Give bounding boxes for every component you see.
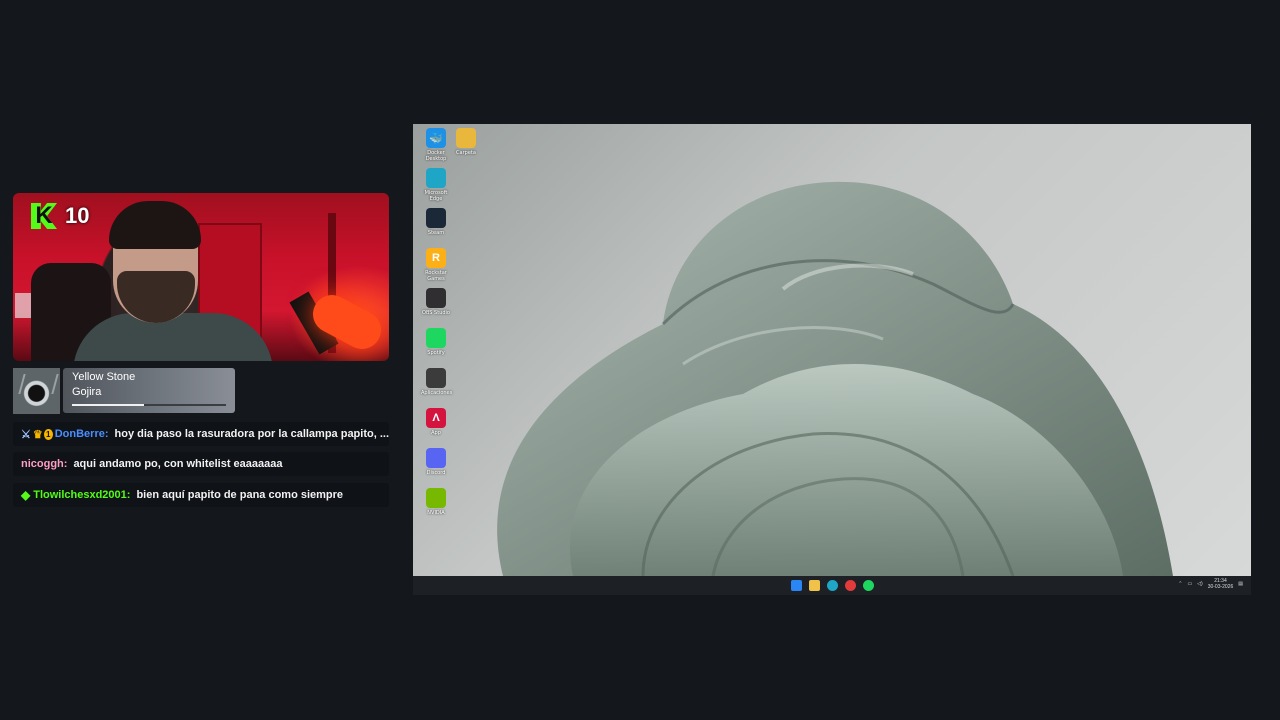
docker-desktop-icon[interactable]: 🐳 Docker Desktop — [421, 128, 451, 162]
sword-icon: ⚔ — [21, 428, 31, 441]
streamer-body — [73, 313, 273, 361]
app-red-icon-glyph: Λ — [426, 408, 446, 428]
steam-icon[interactable]: Steam — [421, 208, 451, 236]
rockstar-icon-glyph: R — [426, 248, 446, 268]
song-progress-bar — [72, 404, 226, 406]
desktop-icon-label: Aplicaciones — [421, 390, 453, 396]
chat-username[interactable]: nicoggh: — [21, 458, 67, 470]
docker-desktop-icon-glyph: 🐳 — [426, 128, 446, 148]
edge-icon[interactable]: Microsoft Edge — [421, 168, 451, 202]
windows-bloom-wallpaper — [497, 181, 1173, 576]
file-explorer-icon[interactable] — [809, 580, 820, 591]
taskbar-clock[interactable]: 21:34 30-03-2026 — [1208, 578, 1234, 590]
number-1-badge: 1 — [43, 428, 53, 440]
spotify-icon[interactable]: Spotify — [421, 328, 451, 356]
clock-date: 30-03-2026 — [1207, 584, 1234, 590]
streamer-hair — [109, 201, 201, 249]
desktop-icon-label: NVIDIA — [427, 510, 445, 516]
desktop-icon-label: OBS Studio — [422, 310, 450, 316]
edge-icon-glyph — [426, 168, 446, 188]
gem-icon: ◆ — [21, 488, 31, 502]
chat-username[interactable]: DonBerre: — [55, 428, 109, 440]
nvidia-icon-glyph — [426, 488, 446, 508]
shared-desktop-screen: 🐳 Docker Desktop Carpeta Microsoft Edge Stea… — [413, 124, 1251, 576]
system-tray: ⌃ ▭ ◁) 21:34 30-03-2026 ▤ — [1178, 578, 1243, 590]
edge-taskbar-icon[interactable] — [827, 580, 838, 591]
kick-logo-icon: K — [31, 203, 57, 229]
chat-text: hoy dia paso la rasuradora por la callam… — [114, 428, 389, 440]
start-icon[interactable] — [791, 580, 802, 591]
obs-icon[interactable]: OBS Studio — [421, 288, 451, 316]
now-playing-widget: Yellow Stone Gojira — [63, 368, 235, 413]
obs-icon-glyph — [426, 288, 446, 308]
nvidia-icon[interactable]: NVIDIA — [421, 488, 451, 516]
desktop-icon-label: Docker Desktop — [425, 150, 447, 162]
chat-username[interactable]: Tlowilchesxd2001: — [33, 489, 130, 501]
webcam-overlay: K 10 — [13, 193, 389, 361]
desktop-icon-label: Steam — [427, 230, 445, 236]
song-artist: Gojira — [72, 386, 102, 398]
discord-icon-glyph — [426, 448, 446, 468]
rockstar-icon[interactable]: R Rockstar Games — [421, 248, 451, 282]
desktop-icon-label: Rockstar Games — [425, 270, 447, 282]
desktop-icon-label: Carpeta — [456, 150, 476, 156]
app-grid-icon[interactable]: Aplicaciones — [421, 368, 453, 396]
chevron-up-icon[interactable]: ⌃ — [1178, 581, 1182, 587]
chat-text: aqui andamo po, con whitelist eaaaaaaa — [73, 458, 283, 470]
steam-icon-glyph — [426, 208, 446, 228]
spotify-taskbar-icon[interactable] — [863, 580, 874, 591]
notification-icon[interactable]: ▤ — [1238, 581, 1243, 587]
app-grid-icon-glyph — [426, 368, 446, 388]
volume-icon[interactable]: ◁) — [1197, 581, 1203, 587]
chat-message: nicoggh: aqui andamo po, con whitelist e… — [13, 452, 389, 476]
chat-text: bien aquí papito de pana como siempre — [136, 489, 344, 501]
chat-message: ⚔ ♛ 1 DonBerre: hoy dia paso la rasurado… — [13, 422, 389, 446]
song-progress-fill — [72, 404, 145, 406]
viewer-badge: K 10 — [31, 203, 89, 229]
spotify-icon-glyph — [426, 328, 446, 348]
taskbar: ⌃ ▭ ◁) 21:34 30-03-2026 ▤ — [413, 576, 1251, 595]
desktop-icon-label: App — [431, 430, 441, 436]
crown-icon: ♛ — [32, 428, 43, 441]
app-red-icon[interactable]: Λ App — [421, 408, 451, 436]
network-icon[interactable]: ▭ — [1187, 581, 1192, 587]
song-title: Yellow Stone — [72, 371, 136, 383]
discord-icon[interactable]: Discord — [421, 448, 451, 476]
chat-message: ◆ Tlowilchesxd2001: bien aquí papito de … — [13, 483, 389, 507]
desktop-icon-label: Spotify — [427, 350, 445, 356]
taskbar-app-icon[interactable] — [845, 580, 856, 591]
desktop-icon-label: Microsoft Edge — [424, 190, 448, 202]
album-art — [13, 368, 60, 414]
folder-icon-glyph — [456, 128, 476, 148]
folder-icon[interactable]: Carpeta — [451, 128, 481, 156]
viewer-count: 10 — [65, 203, 90, 228]
desktop-icon-label: Discord — [426, 470, 446, 476]
